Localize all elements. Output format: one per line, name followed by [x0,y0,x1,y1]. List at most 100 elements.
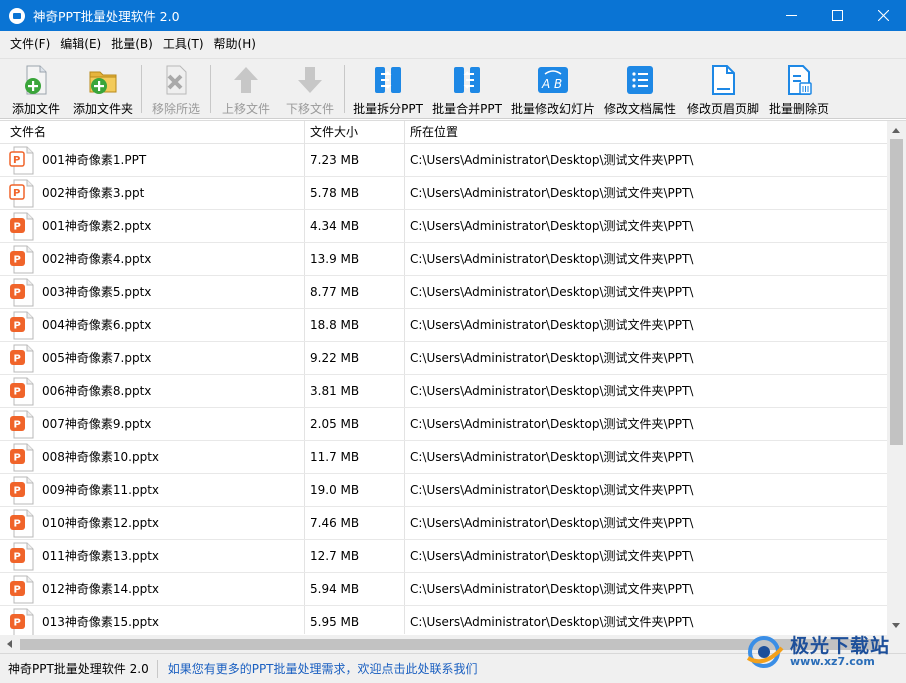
file-size-cell: 2.05 MB [310,417,360,431]
close-icon [877,10,889,21]
file-name-cell: 009神奇像素11.pptx [42,483,160,497]
menu-edit[interactable]: 编辑(E) [55,31,106,58]
vertical-scrollbar[interactable] [887,121,906,635]
modify-slides-label: 批量修改幻灯片 [510,102,595,116]
header-footer-icon [706,63,740,97]
svg-text:P: P [14,255,21,266]
file-path-cell: C:\Users\Administrator\Desktop\测试文件夹\PPT… [410,516,694,530]
window-controls [768,0,906,31]
ppt-file-icon: P [10,542,34,571]
title-bar[interactable]: 神奇PPT批量处理软件 2.0 [0,0,906,31]
minimize-button[interactable] [768,0,814,31]
split-ppt-button[interactable]: 批量拆分PPT [350,59,426,117]
ab-slides-icon: A B [536,63,570,97]
move-up-button[interactable]: 上移文件 [218,59,274,117]
table-row[interactable]: P 006神奇像素8.pptx 3.81 MB C:\Users\Administra… [0,375,887,408]
remove-selected-label: 移除所选 [151,102,200,116]
modify-properties-button[interactable]: 修改文档属性 [602,59,678,117]
file-path-cell: C:\Users\Administrator\Desktop\测试文件夹\PPT… [410,615,694,629]
table-row[interactable]: P 002神奇像素4.pptx 13.9 MB C:\Users\Administra… [0,243,887,276]
file-size-cell: 5.94 MB [310,582,360,596]
toolbar-separator [210,65,211,113]
svg-text:P: P [13,155,20,166]
table-row[interactable]: P 009神奇像素11.pptx 19.0 MB C:\Users\Administr… [0,474,887,507]
file-size-cell: 18.8 MB [310,318,360,332]
merge-ppt-button[interactable]: 批量合并PPT [430,59,504,117]
table-row[interactable]: P 004神奇像素6.pptx 18.8 MB C:\Users\Administra… [0,309,887,342]
modify-header-footer-label: 修改页眉页脚 [686,102,759,116]
table-row[interactable]: P 008神奇像素10.pptx 11.7 MB C:\Users\Administr… [0,441,887,474]
table-row[interactable]: P 002神奇像素3.ppt 5.78 MB C:\Users\Administrat… [0,177,887,210]
minimize-icon [785,15,797,16]
svg-text:P: P [14,387,21,398]
maximize-button[interactable] [814,0,860,31]
ppt-file-icon: P [10,443,34,472]
watermark-logo-icon [746,636,784,668]
file-size-cell: 19.0 MB [310,483,360,497]
table-row[interactable]: P 003神奇像素5.pptx 8.77 MB C:\Users\Administra… [0,276,887,309]
add-folder-button[interactable]: 添加文件夹 [69,59,137,117]
ppt-file-icon: P [10,245,34,274]
ppt-file-icon: P [10,410,34,439]
column-header-name[interactable]: 文件名 [0,121,46,144]
contact-link[interactable]: 如果您有更多的PPT批量处理需求，欢迎点击此处联系我们 [158,660,478,677]
merge-icon [450,63,484,97]
svg-text:P: P [14,288,21,299]
add-file-icon [19,63,53,97]
ppt-file-icon: P [10,344,34,373]
arrow-down-icon [293,63,327,97]
file-name-cell: 008神奇像素10.pptx [42,450,160,464]
table-row[interactable]: P 001神奇像素1.PPT 7.23 MB C:\Users\Administrat… [0,144,887,177]
list-header: 文件名 文件大小 所在位置 [0,121,887,144]
table-row[interactable]: P 001神奇像素2.pptx 4.34 MB C:\Users\Administra… [0,210,887,243]
table-row[interactable]: P 012神奇像素14.pptx 5.94 MB C:\Users\Administr… [0,573,887,606]
menu-tools[interactable]: 工具(T) [158,31,209,58]
arrow-up-icon [229,63,263,97]
ppt-file-icon: P [10,377,34,406]
menu-batch[interactable]: 批量(B) [106,31,158,58]
column-header-size[interactable]: 文件大小 [300,121,358,144]
svg-text:P: P [14,486,21,497]
table-row[interactable]: P 010神奇像素12.pptx 7.46 MB C:\Users\Administr… [0,507,887,540]
move-up-label: 上移文件 [221,102,270,116]
split-ppt-label: 批量拆分PPT [353,102,423,116]
ppt-file-icon: P [9,179,34,208]
delete-pages-button[interactable]: 批量删除页 [766,59,832,117]
table-row[interactable]: P 005神奇像素7.pptx 9.22 MB C:\Users\Administra… [0,342,887,375]
file-name-cell: 001神奇像素2.pptx [42,219,152,233]
add-file-button[interactable]: 添加文件 [8,59,64,117]
merge-ppt-label: 批量合并PPT [432,102,502,116]
file-path-cell: C:\Users\Administrator\Desktop\测试文件夹\PPT… [410,318,694,332]
close-button[interactable] [860,0,906,31]
file-size-cell: 13.9 MB [310,252,360,266]
column-header-path[interactable]: 所在位置 [400,121,458,144]
file-name-cell: 001神奇像素1.PPT [42,153,147,167]
menu-help[interactable]: 帮助(H) [209,31,261,58]
file-path-cell: C:\Users\Administrator\Desktop\测试文件夹\PPT… [410,252,694,266]
file-size-cell: 9.22 MB [310,351,360,365]
file-name-cell: 003神奇像素5.pptx [42,285,152,299]
ppt-file-icon: P [10,509,34,538]
add-folder-icon [86,63,120,97]
modify-header-footer-button[interactable]: 修改页眉页脚 [684,59,762,117]
file-name-cell: 013神奇像素15.pptx [42,615,160,629]
vertical-scroll-thumb[interactable] [890,139,903,445]
delete-pages-label: 批量删除页 [768,102,829,116]
scroll-up-icon[interactable] [892,128,900,133]
watermark-title: 极光下载站 [790,634,891,657]
toolbar-separator [141,65,142,113]
scroll-left-icon[interactable] [7,640,12,648]
file-path-cell: C:\Users\Administrator\Desktop\测试文件夹\PPT… [410,384,694,398]
watermark: 极光下载站 www.xz7.com [744,628,904,676]
modify-slides-button[interactable]: A B 批量修改幻灯片 [508,59,598,117]
move-down-button[interactable]: 下移文件 [282,59,338,117]
file-size-cell: 12.7 MB [310,549,360,563]
table-row[interactable]: P 007神奇像素9.pptx 2.05 MB C:\Users\Administra… [0,408,887,441]
ppt-file-icon: P [10,212,34,241]
file-name-cell: 004神奇像素6.pptx [42,318,152,332]
table-row[interactable]: P 011神奇像素13.pptx 12.7 MB C:\Users\Administr… [0,540,887,573]
file-list[interactable]: 文件名 文件大小 所在位置 P 001神奇像素1.PPT 7.23 MB C:\Use… [0,120,906,653]
svg-text:P: P [14,585,21,596]
menu-file[interactable]: 文件(F) [5,31,55,58]
remove-selected-button[interactable]: 移除所选 [147,59,205,117]
